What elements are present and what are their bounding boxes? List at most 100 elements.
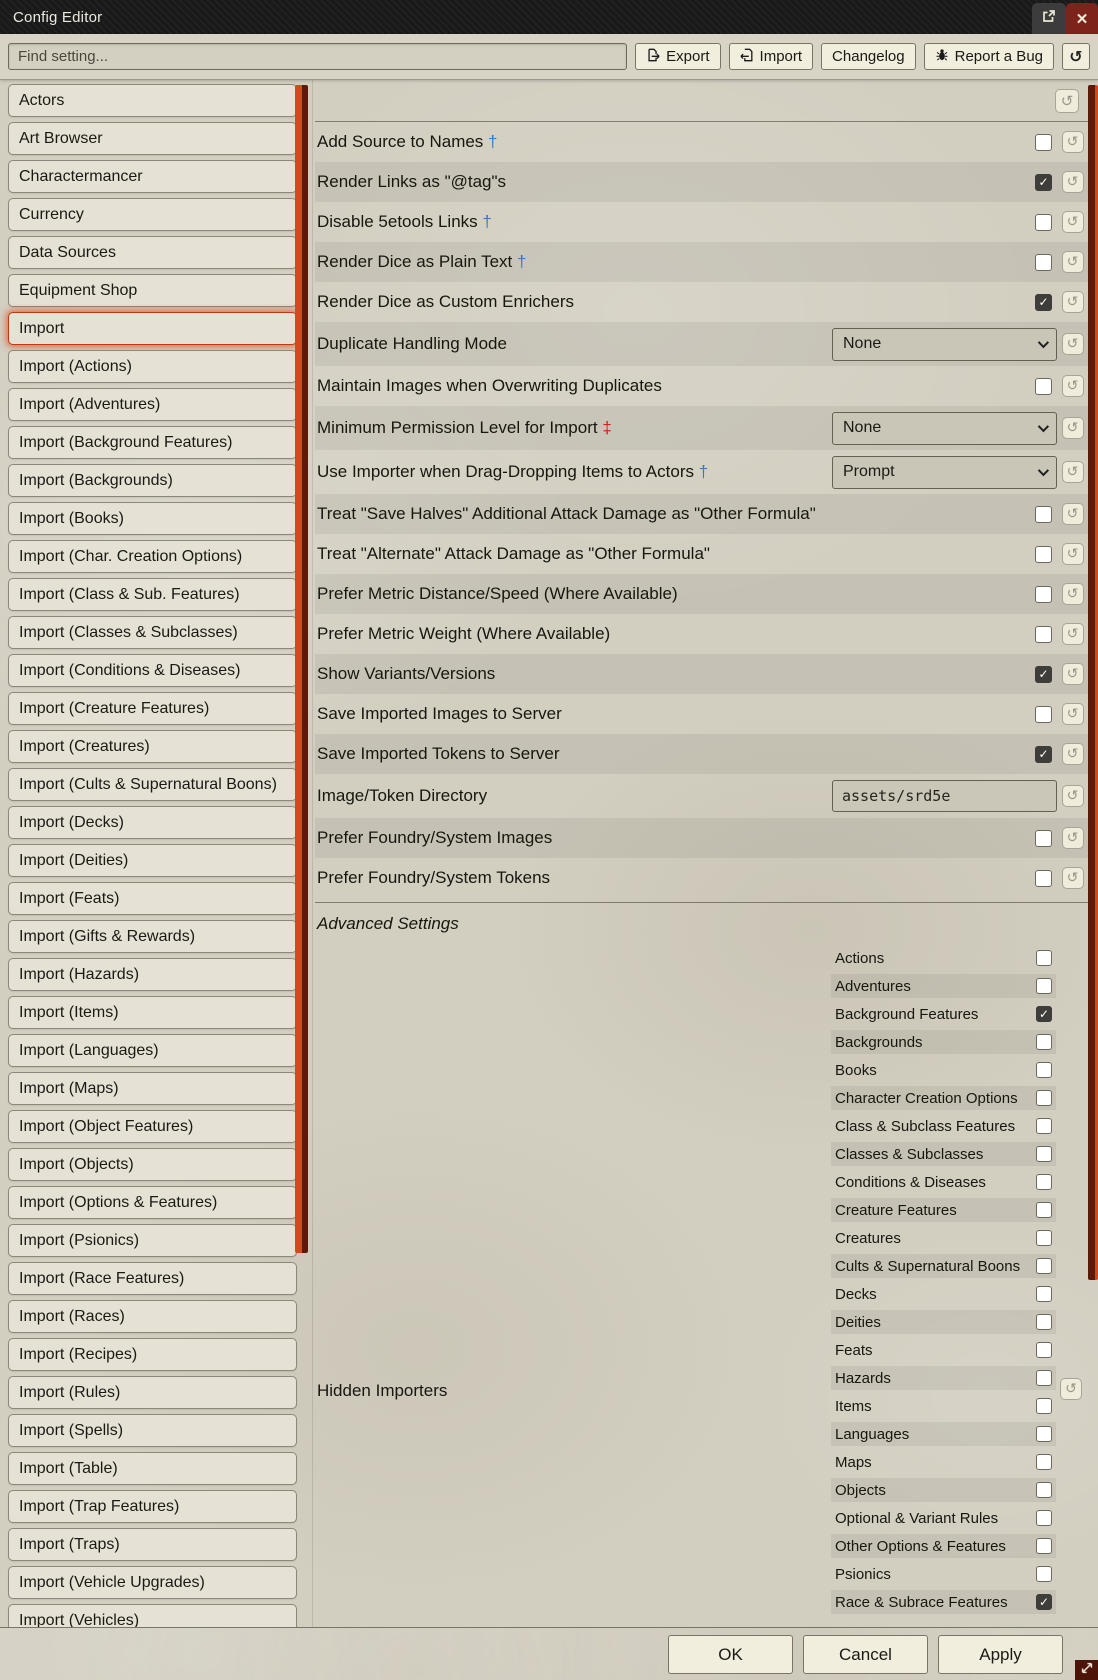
sidebar-item-import-spells[interactable]: Import (Spells) xyxy=(8,1414,297,1447)
sidebar-item-currency[interactable]: Currency xyxy=(8,198,297,231)
sidebar-item-import-class-sub-features[interactable]: Import (Class & Sub. Features) xyxy=(8,578,297,611)
setting-checkbox[interactable] xyxy=(1035,174,1052,191)
ok-button[interactable]: OK xyxy=(668,1635,793,1674)
sidebar-item-import-traps[interactable]: Import (Traps) xyxy=(8,1528,297,1561)
reset-hidden-importers-button[interactable]: ↺ xyxy=(1060,1378,1082,1400)
sidebar-item-import-vehicles[interactable]: Import (Vehicles) xyxy=(8,1604,297,1627)
sidebar-item-import-adventures[interactable]: Import (Adventures) xyxy=(8,388,297,421)
setting-checkbox[interactable] xyxy=(1035,546,1052,563)
setting-checkbox[interactable] xyxy=(1035,294,1052,311)
sidebar-item-import[interactable]: Import xyxy=(8,312,297,345)
directory-input[interactable] xyxy=(832,780,1057,812)
sidebar-item-art-browser[interactable]: Art Browser xyxy=(8,122,297,155)
reset-setting-button[interactable]: ↺ xyxy=(1062,461,1084,483)
reset-setting-button[interactable]: ↺ xyxy=(1062,211,1084,233)
sidebar-item-import-vehicle-upgrades[interactable]: Import (Vehicle Upgrades) xyxy=(8,1566,297,1599)
sidebar-item-data-sources[interactable]: Data Sources xyxy=(8,236,297,269)
hidden-importer-checkbox[interactable] xyxy=(1036,1594,1052,1610)
sidebar-item-import-actions[interactable]: Import (Actions) xyxy=(8,350,297,383)
setting-checkbox[interactable] xyxy=(1035,214,1052,231)
hidden-importer-checkbox[interactable] xyxy=(1036,1314,1052,1330)
sidebar-item-import-conditions-diseases[interactable]: Import (Conditions & Diseases) xyxy=(8,654,297,687)
hidden-importer-checkbox[interactable] xyxy=(1036,1034,1052,1050)
reset-setting-button[interactable]: ↺ xyxy=(1062,623,1084,645)
sidebar-item-equipment-shop[interactable]: Equipment Shop xyxy=(8,274,297,307)
hidden-importer-checkbox[interactable] xyxy=(1036,1062,1052,1078)
reset-setting-button[interactable]: ↺ xyxy=(1062,375,1084,397)
sidebar-scrollbar[interactable] xyxy=(295,85,308,1253)
reset-setting-button[interactable]: ↺ xyxy=(1062,291,1084,313)
reset-setting-button[interactable]: ↺ xyxy=(1062,251,1084,273)
apply-button[interactable]: Apply xyxy=(938,1635,1063,1674)
sidebar-item-actors[interactable]: Actors xyxy=(8,84,297,117)
reset-section-button[interactable]: ↺ xyxy=(1055,89,1079,113)
reset-setting-button[interactable]: ↺ xyxy=(1062,503,1084,525)
setting-select[interactable]: None xyxy=(832,412,1057,445)
sidebar-item-import-psionics[interactable]: Import (Psionics) xyxy=(8,1224,297,1257)
sidebar-item-import-recipes[interactable]: Import (Recipes) xyxy=(8,1338,297,1371)
hidden-importer-checkbox[interactable] xyxy=(1036,1174,1052,1190)
settings-scrollbar[interactable] xyxy=(1088,85,1098,1280)
sidebar-item-import-books[interactable]: Import (Books) xyxy=(8,502,297,535)
sidebar-item-charactermancer[interactable]: Charactermancer xyxy=(8,160,297,193)
sidebar-item-import-creature-features[interactable]: Import (Creature Features) xyxy=(8,692,297,725)
hidden-importer-checkbox[interactable] xyxy=(1036,1202,1052,1218)
reset-setting-button[interactable]: ↺ xyxy=(1062,171,1084,193)
setting-checkbox[interactable] xyxy=(1035,830,1052,847)
sidebar-item-import-decks[interactable]: Import (Decks) xyxy=(8,806,297,839)
sidebar-item-import-background-features[interactable]: Import (Background Features) xyxy=(8,426,297,459)
sidebar-item-import-backgrounds[interactable]: Import (Backgrounds) xyxy=(8,464,297,497)
setting-checkbox[interactable] xyxy=(1035,870,1052,887)
setting-checkbox[interactable] xyxy=(1035,134,1052,151)
setting-checkbox[interactable] xyxy=(1035,378,1052,395)
hidden-importer-checkbox[interactable] xyxy=(1036,1258,1052,1274)
reset-setting-button[interactable]: ↺ xyxy=(1062,663,1084,685)
reset-setting-button[interactable]: ↺ xyxy=(1062,543,1084,565)
setting-checkbox[interactable] xyxy=(1035,626,1052,643)
setting-checkbox[interactable] xyxy=(1035,666,1052,683)
hidden-importer-checkbox[interactable] xyxy=(1036,1538,1052,1554)
cancel-button[interactable]: Cancel xyxy=(803,1635,928,1674)
sidebar-item-import-races[interactable]: Import (Races) xyxy=(8,1300,297,1333)
sidebar-item-import-maps[interactable]: Import (Maps) xyxy=(8,1072,297,1105)
sidebar-item-import-race-features[interactable]: Import (Race Features) xyxy=(8,1262,297,1295)
hidden-importer-checkbox[interactable] xyxy=(1036,950,1052,966)
hidden-importer-checkbox[interactable] xyxy=(1036,1426,1052,1442)
reset-setting-button[interactable]: ↺ xyxy=(1062,333,1084,355)
sidebar-item-import-table[interactable]: Import (Table) xyxy=(8,1452,297,1485)
sidebar-item-import-object-features[interactable]: Import (Object Features) xyxy=(8,1110,297,1143)
report-bug-button[interactable]: Report a Bug xyxy=(924,43,1054,70)
hidden-importer-checkbox[interactable] xyxy=(1036,1482,1052,1498)
sidebar-item-import-gifts-rewards[interactable]: Import (Gifts & Rewards) xyxy=(8,920,297,953)
hidden-importer-checkbox[interactable] xyxy=(1036,1230,1052,1246)
hidden-importer-checkbox[interactable] xyxy=(1036,1398,1052,1414)
setting-checkbox[interactable] xyxy=(1035,706,1052,723)
sidebar-item-import-languages[interactable]: Import (Languages) xyxy=(8,1034,297,1067)
setting-checkbox[interactable] xyxy=(1035,586,1052,603)
setting-select[interactable]: Prompt xyxy=(832,456,1057,489)
reset-setting-button[interactable]: ↺ xyxy=(1062,703,1084,725)
hidden-importer-checkbox[interactable] xyxy=(1036,978,1052,994)
hidden-importer-checkbox[interactable] xyxy=(1036,1510,1052,1526)
sidebar-item-import-deities[interactable]: Import (Deities) xyxy=(8,844,297,877)
resize-handle[interactable] xyxy=(1075,1660,1098,1680)
sidebar-item-import-feats[interactable]: Import (Feats) xyxy=(8,882,297,915)
reset-all-button[interactable]: ↺ xyxy=(1062,43,1090,70)
popout-button[interactable] xyxy=(1032,3,1066,34)
sidebar-item-import-options-features[interactable]: Import (Options & Features) xyxy=(8,1186,297,1219)
reset-setting-button[interactable]: ↺ xyxy=(1062,785,1084,807)
hidden-importer-checkbox[interactable] xyxy=(1036,1146,1052,1162)
setting-select[interactable]: None xyxy=(832,328,1057,361)
hidden-importer-checkbox[interactable] xyxy=(1036,1090,1052,1106)
reset-setting-button[interactable]: ↺ xyxy=(1062,583,1084,605)
reset-setting-button[interactable]: ↺ xyxy=(1062,827,1084,849)
sidebar-item-import-items[interactable]: Import (Items) xyxy=(8,996,297,1029)
hidden-importer-checkbox[interactable] xyxy=(1036,1370,1052,1386)
setting-checkbox[interactable] xyxy=(1035,254,1052,271)
setting-checkbox[interactable] xyxy=(1035,506,1052,523)
sidebar-item-import-objects[interactable]: Import (Objects) xyxy=(8,1148,297,1181)
search-input[interactable] xyxy=(8,43,627,70)
sidebar-item-import-hazards[interactable]: Import (Hazards) xyxy=(8,958,297,991)
hidden-importer-checkbox[interactable] xyxy=(1036,1454,1052,1470)
sidebar-item-import-cults-supernatural-boons[interactable]: Import (Cults & Supernatural Boons) xyxy=(8,768,297,801)
